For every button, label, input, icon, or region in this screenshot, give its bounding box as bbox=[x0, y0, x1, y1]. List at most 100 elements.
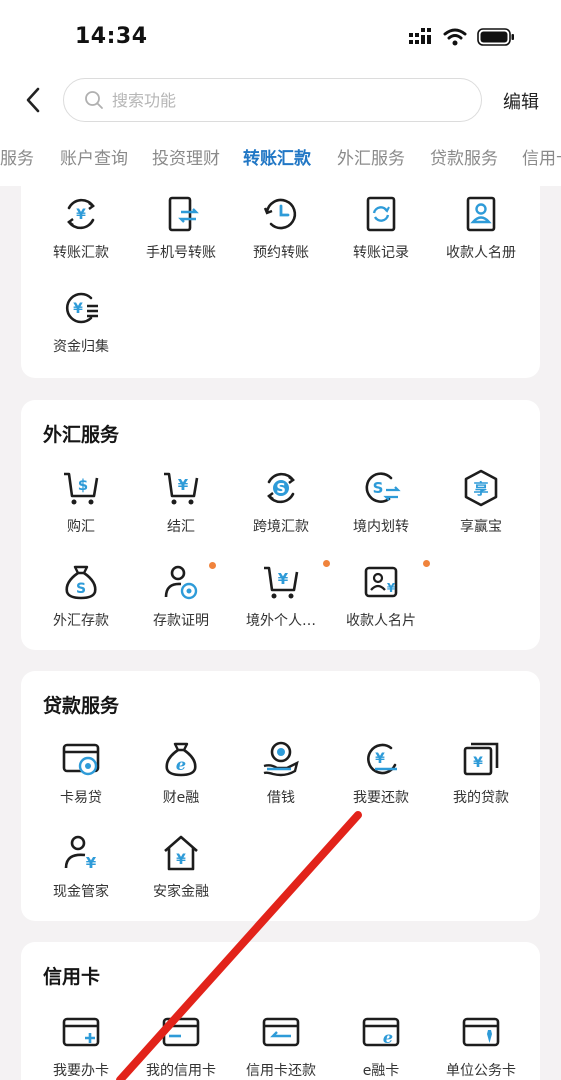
cross-border-remit-item[interactable]: S 跨境汇款 bbox=[226, 468, 336, 536]
forex-deposit-item[interactable]: S 外汇存款 bbox=[26, 562, 136, 630]
card-repay-item[interactable]: 信用卡还款 bbox=[226, 1012, 336, 1080]
home-finance-item[interactable]: ¥ 安家金融 bbox=[126, 833, 236, 901]
loan-section: 贷款服务 卡易贷 e 财e融 借钱 ¥ 我要还款 ¥ 我的贷款 ¥ 现金管家 ¥… bbox=[21, 671, 540, 921]
sell-forex-item[interactable]: ¥ 结汇 bbox=[126, 468, 236, 536]
item-label: 转账记录 bbox=[353, 245, 409, 261]
svg-text:¥: ¥ bbox=[178, 476, 189, 494]
tab-credit-card[interactable]: 信用卡 bbox=[522, 144, 561, 169]
item-label: 我的信用卡 bbox=[146, 1063, 216, 1079]
borrow-money-item[interactable]: 借钱 bbox=[226, 739, 336, 807]
cards-yuan-icon: ¥ bbox=[463, 742, 499, 776]
item-label: 我要还款 bbox=[353, 790, 409, 806]
cart-yuan-icon: ¥ bbox=[264, 566, 299, 599]
svg-text:S: S bbox=[76, 581, 86, 597]
item-label: 购汇 bbox=[67, 519, 95, 535]
item-label: 借钱 bbox=[267, 790, 295, 806]
yuan-circle-arrows-icon: ¥ bbox=[67, 198, 95, 230]
xiangyingbao-item[interactable]: 享 享赢宝 bbox=[426, 468, 536, 536]
corporate-card-item[interactable]: 单位公务卡 bbox=[426, 1012, 536, 1080]
new-badge-dot bbox=[423, 560, 430, 567]
house-yuan-icon: ¥ bbox=[164, 835, 198, 871]
tab-investment[interactable]: 投资理财 bbox=[152, 144, 220, 169]
svg-text:享: 享 bbox=[473, 480, 488, 498]
edit-button[interactable]: 编辑 bbox=[503, 88, 539, 114]
section-title: 外汇服务 bbox=[43, 424, 120, 446]
buy-forex-item[interactable]: $ 购汇 bbox=[26, 468, 136, 536]
search-row: 编辑 bbox=[0, 74, 561, 126]
record-refresh-icon bbox=[366, 196, 396, 232]
svg-text:¥: ¥ bbox=[73, 301, 83, 317]
money-bag-dollar-icon: S bbox=[65, 565, 97, 600]
svg-text:¥: ¥ bbox=[86, 854, 97, 872]
overseas-personal-item[interactable]: ¥ 境外个人… bbox=[226, 560, 336, 630]
item-label: 卡易贷 bbox=[60, 790, 102, 806]
clock-circle-icon bbox=[263, 198, 297, 230]
svg-text:$: $ bbox=[78, 476, 88, 494]
search-input[interactable] bbox=[112, 90, 412, 110]
section-title: 信用卡 bbox=[43, 966, 101, 988]
item-label: 转账汇款 bbox=[53, 245, 109, 261]
card-tie-icon bbox=[462, 1017, 500, 1047]
item-label: 结汇 bbox=[167, 519, 195, 535]
search-icon bbox=[85, 91, 103, 109]
transfer-remit-item[interactable]: ¥ 转账汇款 bbox=[26, 194, 136, 262]
cash-manager-item[interactable]: ¥ 现金管家 bbox=[26, 833, 136, 901]
svg-text:¥: ¥ bbox=[387, 581, 396, 595]
card-easy-loan-item[interactable]: 卡易贷 bbox=[26, 739, 136, 807]
hexagon-badge-icon: 享 bbox=[464, 469, 498, 507]
domestic-transfer-item[interactable]: S 境内划转 bbox=[326, 468, 436, 536]
back-button[interactable] bbox=[18, 84, 48, 116]
item-label: 享赢宝 bbox=[460, 519, 502, 535]
payee-book-item[interactable]: 收款人名册 bbox=[426, 194, 536, 262]
item-label: 我要办卡 bbox=[53, 1063, 109, 1079]
payee-card-item[interactable]: ¥ 收款人名片 bbox=[326, 560, 436, 630]
svg-text:¥: ¥ bbox=[473, 755, 483, 771]
my-credit-card-item[interactable]: 我的信用卡 bbox=[126, 1012, 236, 1080]
item-label: 境内划转 bbox=[353, 519, 409, 535]
e-rong-card-item[interactable]: e e融卡 bbox=[326, 1012, 436, 1080]
item-label: 境外个人… bbox=[246, 613, 316, 629]
my-loans-item[interactable]: ¥ 我的贷款 bbox=[426, 739, 536, 807]
item-label: 财e融 bbox=[162, 790, 200, 806]
transfer-records-item[interactable]: 转账记录 bbox=[326, 194, 436, 262]
item-label: 存款证明 bbox=[153, 613, 209, 629]
chevron-left-icon bbox=[26, 87, 40, 113]
svg-text:¥: ¥ bbox=[176, 852, 186, 868]
tab-forex[interactable]: 外汇服务 bbox=[337, 144, 405, 169]
search-box[interactable] bbox=[63, 78, 482, 122]
card-coin-icon bbox=[62, 743, 100, 776]
tab-transfer[interactable]: 转账汇款 bbox=[243, 144, 311, 169]
item-label: 信用卡还款 bbox=[246, 1063, 316, 1079]
hand-coin-icon bbox=[263, 741, 299, 777]
item-label: 安家金融 bbox=[153, 884, 209, 900]
svg-text:¥: ¥ bbox=[76, 207, 86, 223]
svg-text:e: e bbox=[176, 755, 186, 774]
person-badge-icon bbox=[164, 565, 198, 600]
svg-text:S: S bbox=[373, 479, 384, 497]
battery-icon bbox=[477, 28, 514, 46]
phone-transfer-item[interactable]: 手机号转账 bbox=[126, 194, 236, 262]
yuan-collect-icon: ¥ bbox=[65, 292, 98, 324]
deposit-certificate-item[interactable]: 存款证明 bbox=[126, 562, 236, 630]
scheduled-transfer-item[interactable]: 预约转账 bbox=[226, 194, 336, 262]
payee-book-icon bbox=[466, 196, 496, 232]
card-plus-icon bbox=[62, 1017, 100, 1047]
apply-card-item[interactable]: 我要办卡 bbox=[26, 1012, 136, 1080]
forex-section: 外汇服务 $ 购汇 ¥ 结汇 S 跨境汇款 S 境内划转 享 享赢宝 S 外汇存… bbox=[21, 400, 540, 650]
repay-item[interactable]: ¥ 我要还款 bbox=[326, 739, 436, 807]
fund-collect-item[interactable]: ¥ 资金归集 bbox=[26, 288, 136, 356]
top-bar: 14:34 搜索功能 编辑 服务 账户查询 投资理财 转账汇款 外汇服务 贷款服… bbox=[0, 0, 561, 186]
item-label: 收款人名册 bbox=[446, 245, 516, 261]
svg-text:¥: ¥ bbox=[278, 570, 289, 588]
card-return-icon bbox=[262, 1017, 300, 1047]
item-label: 预约转账 bbox=[253, 245, 309, 261]
tab-account-query[interactable]: 账户查询 bbox=[60, 144, 128, 169]
cart-dollar-icon: $ bbox=[64, 472, 99, 505]
section-title: 贷款服务 bbox=[43, 695, 120, 717]
tab-loans[interactable]: 贷款服务 bbox=[430, 144, 498, 169]
status-time: 14:34 bbox=[75, 24, 148, 49]
svg-text:e: e bbox=[383, 1028, 393, 1047]
cai-e-rong-item[interactable]: e 财e融 bbox=[126, 739, 236, 807]
tab-services[interactable]: 服务 bbox=[0, 144, 34, 169]
dollar-circle-arrows-icon: S bbox=[267, 472, 295, 504]
